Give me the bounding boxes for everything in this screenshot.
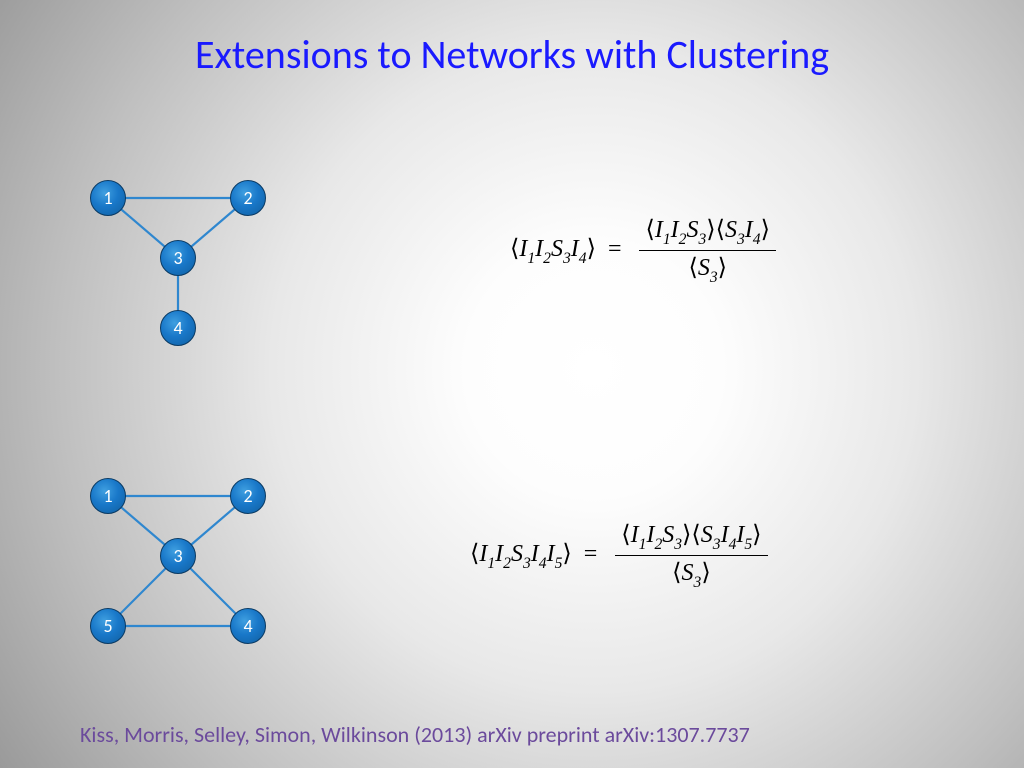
- graph-2-node-3: 3: [160, 538, 196, 574]
- equation-2: ⟨I1I2S3I4I5⟩ = ⟨I1I2S3⟩⟨S3I4I5⟩ ⟨S3⟩: [470, 520, 768, 591]
- graph-2: 1 2 3 4 5: [70, 458, 270, 678]
- graph-1: 1 2 3 4: [70, 160, 270, 360]
- graph-2-node-1: 1: [90, 478, 126, 514]
- citation: Kiss, Morris, Selley, Simon, Wilkinson (…: [80, 721, 750, 748]
- graph-1-node-2: 2: [230, 180, 266, 216]
- equation-1: ⟨I1I2S3I4⟩ = ⟨I1I2S3⟩⟨S3I4⟩ ⟨S3⟩: [510, 215, 776, 286]
- graph-1-node-3: 3: [160, 240, 196, 276]
- slide: Extensions to Networks with Clustering 1…: [0, 0, 1024, 768]
- graph-2-node-4: 4: [230, 608, 266, 644]
- graph-2-node-2: 2: [230, 478, 266, 514]
- graph-1-node-1: 1: [90, 180, 126, 216]
- slide-title: Extensions to Networks with Clustering: [0, 30, 1024, 79]
- graph-2-node-5: 5: [90, 608, 126, 644]
- graph-1-node-4: 4: [160, 310, 196, 346]
